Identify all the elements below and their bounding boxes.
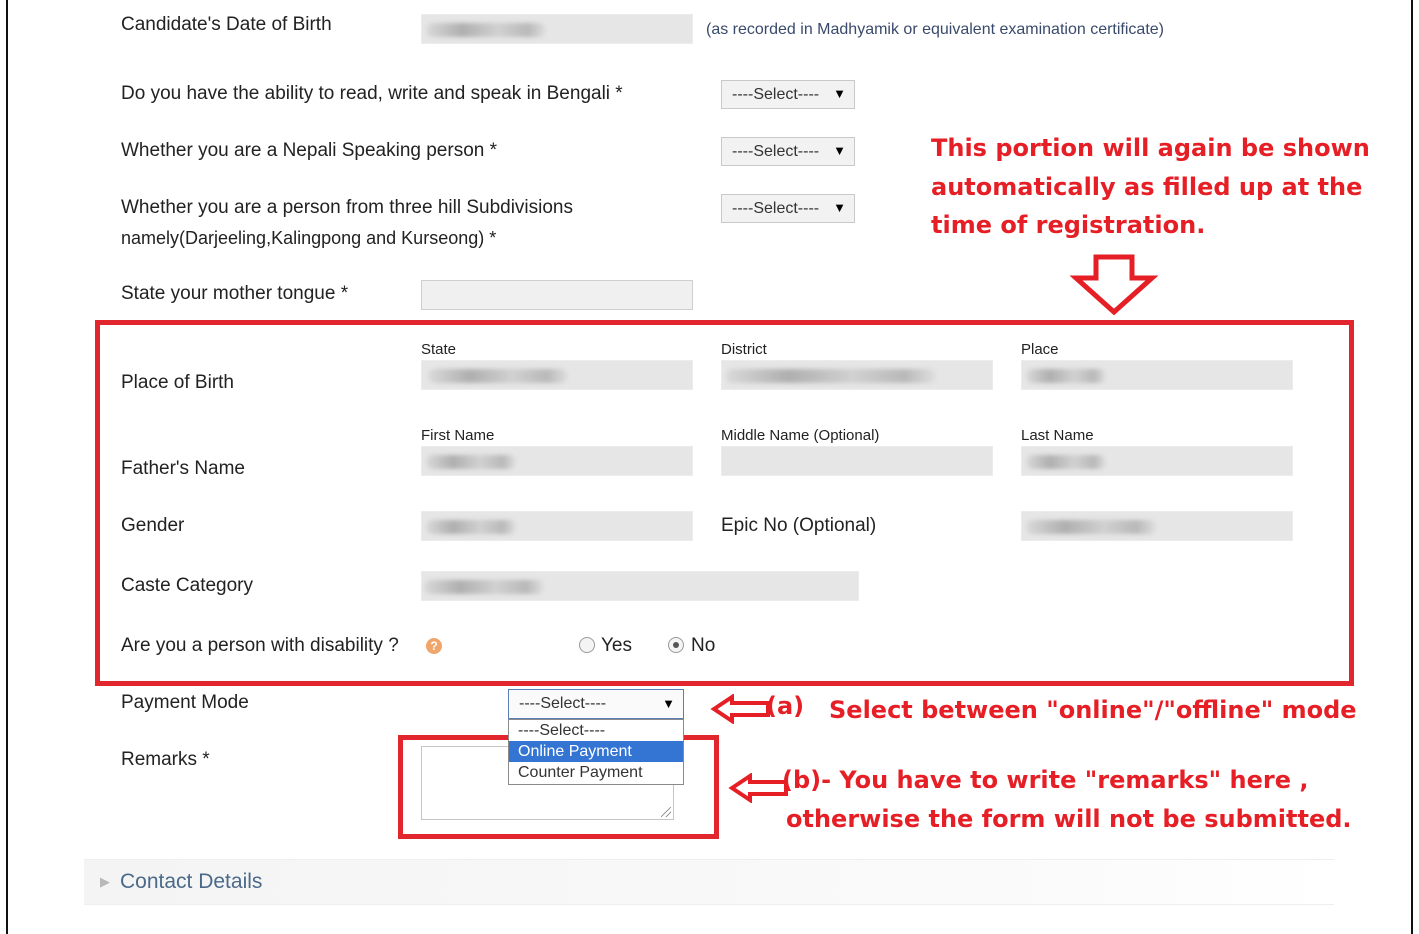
last-name-label: Last Name [1021, 427, 1094, 444]
epic-label: Epic No (Optional) [721, 515, 877, 536]
contact-details-section[interactable]: ▶ Contact Details [84, 859, 1334, 905]
payment-select-value: ----Select---- [519, 695, 607, 712]
disability-yes-label: Yes [601, 635, 632, 656]
dropdown-arrow-icon: ▼ [833, 200, 846, 215]
disability-label: Are you a person with disability ? [121, 635, 399, 656]
annotation-b-label: (b)- You have to write "remarks" here , [782, 766, 1309, 794]
epic-field [1021, 511, 1293, 541]
first-name-label: First Name [421, 427, 495, 444]
gender-field [421, 511, 693, 541]
mother-tongue-label: State your mother tongue * [121, 283, 349, 304]
district-label: District [721, 341, 767, 358]
dropdown-arrow-icon: ▼ [833, 86, 846, 101]
annotation-a-text: Select between "online"/"offline" mode [829, 696, 1357, 724]
dob-note: (as recorded in Madhyamik or equivalent … [706, 21, 1164, 38]
contact-details-title: Contact Details [120, 870, 263, 893]
place-label: Place [1021, 341, 1059, 358]
payment-option-online[interactable]: Online Payment [509, 741, 683, 762]
father-middle-name-field [721, 446, 993, 476]
place-field [1021, 360, 1293, 390]
nepali-select[interactable]: ----Select---- ▼ [721, 137, 855, 166]
left-arrow-icon [728, 773, 788, 803]
down-arrow-icon [1070, 254, 1159, 316]
payment-mode-dropdown: ----Select---- Online Payment Counter Pa… [508, 719, 684, 785]
remarks-label: Remarks * [121, 749, 210, 770]
district-field [721, 360, 993, 390]
payment-option-counter[interactable]: Counter Payment [509, 762, 683, 783]
annotation-b-text: otherwise the form will not be submitted… [786, 805, 1352, 833]
payment-mode-label: Payment Mode [121, 692, 249, 713]
bengali-label: Do you have the ability to read, write a… [121, 83, 623, 104]
payment-option-select[interactable]: ----Select---- [509, 720, 683, 741]
father-last-name-field [1021, 446, 1293, 476]
gender-label: Gender [121, 515, 185, 536]
dob-field [421, 14, 693, 44]
dob-label: Candidate's Date of Birth [121, 14, 332, 35]
help-icon[interactable]: ? [426, 638, 442, 654]
state-label: State [421, 341, 457, 358]
father-name-label: Father's Name [121, 458, 246, 479]
dropdown-arrow-icon: ▼ [662, 696, 675, 711]
caste-field [421, 571, 859, 601]
frame-right-border [1411, 0, 1413, 934]
mother-tongue-input[interactable] [421, 280, 693, 310]
annotation-portion-line2: automatically as filled up at the [931, 173, 1363, 201]
state-field [421, 360, 693, 390]
nepali-label: Whether you are a Nepali Speaking person… [121, 140, 498, 161]
hill-select[interactable]: ----Select---- ▼ [721, 194, 855, 223]
annotation-portion-line3: time of registration. [931, 211, 1206, 239]
payment-mode-select[interactable]: ----Select---- ▼ [508, 689, 684, 719]
place-of-birth-label: Place of Birth [121, 372, 234, 393]
bengali-select-value: ----Select---- [732, 85, 820, 103]
frame-left-border [6, 0, 8, 934]
annotation-a-label: (a) [766, 692, 805, 720]
left-arrow-icon [710, 694, 770, 724]
disability-yes-radio[interactable] [579, 637, 595, 653]
bengali-select[interactable]: ----Select---- ▼ [721, 80, 855, 109]
dropdown-arrow-icon: ▼ [833, 143, 846, 158]
father-first-name-field [421, 446, 693, 476]
disability-no-label: No [691, 635, 716, 656]
hill-select-value: ----Select---- [732, 199, 820, 217]
annotation-portion-line1: This portion will again be shown [931, 134, 1370, 162]
hill-label-line1: Whether you are a person from three hill… [121, 197, 574, 218]
chevron-right-icon: ▶ [100, 874, 110, 889]
nepali-select-value: ----Select---- [732, 142, 820, 160]
middle-name-label: Middle Name (Optional) [721, 427, 880, 444]
disability-no-radio[interactable] [668, 637, 684, 653]
hill-label-line2: namely(Darjeeling,Kalingpong and Kurseon… [121, 228, 497, 248]
caste-label: Caste Category [121, 575, 254, 596]
